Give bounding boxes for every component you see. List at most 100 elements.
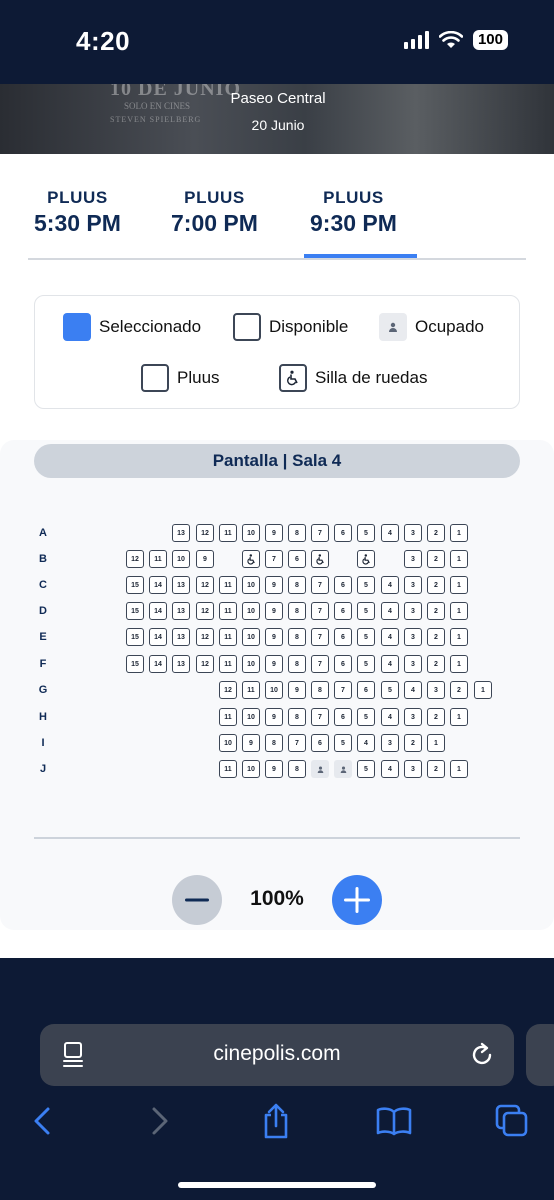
seat-d1[interactable]: 1: [450, 602, 468, 620]
seat-c13[interactable]: 13: [172, 576, 190, 594]
seat-h9[interactable]: 9: [265, 708, 283, 726]
seat-a5[interactable]: 5: [357, 524, 375, 542]
seat-f6[interactable]: 6: [334, 655, 352, 673]
next-tab-peek[interactable]: [526, 1024, 554, 1086]
seat-d3[interactable]: 3: [404, 602, 422, 620]
seat-d10[interactable]: 10: [242, 602, 260, 620]
seat-c5[interactable]: 5: [357, 576, 375, 594]
seat-e13[interactable]: 13: [172, 628, 190, 646]
seat-e5[interactable]: 5: [357, 628, 375, 646]
seat-c6[interactable]: 6: [334, 576, 352, 594]
seat-d7[interactable]: 7: [311, 602, 329, 620]
seat-b2[interactable]: 2: [427, 550, 445, 568]
seat-h1[interactable]: 1: [450, 708, 468, 726]
seat-f3[interactable]: 3: [404, 655, 422, 673]
seat-a8[interactable]: 8: [288, 524, 306, 542]
seat-g3[interactable]: 3: [427, 681, 445, 699]
seat-c1[interactable]: 1: [450, 576, 468, 594]
showtime-tab-1[interactable]: PLUUS 5:30 PM: [34, 188, 121, 237]
seat-b10[interactable]: 10: [172, 550, 190, 568]
zoom-out-button[interactable]: [172, 875, 222, 925]
seat-g10[interactable]: 10: [265, 681, 283, 699]
seat-b3[interactable]: 3: [404, 550, 422, 568]
wheelchair-seat[interactable]: [311, 550, 329, 568]
seat-d11[interactable]: 11: [219, 602, 237, 620]
seat-h11[interactable]: 11: [219, 708, 237, 726]
seat-i4[interactable]: 4: [357, 734, 375, 752]
showtime-tab-3[interactable]: PLUUS 9:30 PM: [304, 188, 417, 258]
seat-c7[interactable]: 7: [311, 576, 329, 594]
zoom-in-button[interactable]: [332, 875, 382, 925]
seat-f10[interactable]: 10: [242, 655, 260, 673]
seat-a2[interactable]: 2: [427, 524, 445, 542]
seat-d15[interactable]: 15: [126, 602, 144, 620]
seat-a13[interactable]: 13: [172, 524, 190, 542]
seat-d13[interactable]: 13: [172, 602, 190, 620]
seat-f14[interactable]: 14: [149, 655, 167, 673]
seat-a1[interactable]: 1: [450, 524, 468, 542]
seat-d6[interactable]: 6: [334, 602, 352, 620]
seat-b1[interactable]: 1: [450, 550, 468, 568]
seat-f15[interactable]: 15: [126, 655, 144, 673]
seat-j4[interactable]: 4: [381, 760, 399, 778]
seat-c9[interactable]: 9: [265, 576, 283, 594]
seat-f13[interactable]: 13: [172, 655, 190, 673]
seat-g1[interactable]: 1: [474, 681, 492, 699]
seat-e7[interactable]: 7: [311, 628, 329, 646]
seat-c14[interactable]: 14: [149, 576, 167, 594]
seat-e6[interactable]: 6: [334, 628, 352, 646]
seat-f5[interactable]: 5: [357, 655, 375, 673]
seat-b12[interactable]: 12: [126, 550, 144, 568]
seat-g12[interactable]: 12: [219, 681, 237, 699]
seat-d4[interactable]: 4: [381, 602, 399, 620]
share-icon[interactable]: [258, 1102, 294, 1140]
seat-g5[interactable]: 5: [381, 681, 399, 699]
seat-i9[interactable]: 9: [242, 734, 260, 752]
seat-f7[interactable]: 7: [311, 655, 329, 673]
seat-j8[interactable]: 8: [288, 760, 306, 778]
seat-c4[interactable]: 4: [381, 576, 399, 594]
bookmarks-icon[interactable]: [376, 1102, 412, 1140]
seat-e15[interactable]: 15: [126, 628, 144, 646]
seat-d14[interactable]: 14: [149, 602, 167, 620]
seat-h7[interactable]: 7: [311, 708, 329, 726]
seat-i10[interactable]: 10: [219, 734, 237, 752]
seat-h3[interactable]: 3: [404, 708, 422, 726]
seat-g7[interactable]: 7: [334, 681, 352, 699]
seat-h8[interactable]: 8: [288, 708, 306, 726]
seat-i3[interactable]: 3: [381, 734, 399, 752]
seat-f2[interactable]: 2: [427, 655, 445, 673]
seat-e2[interactable]: 2: [427, 628, 445, 646]
seat-e9[interactable]: 9: [265, 628, 283, 646]
seat-d9[interactable]: 9: [265, 602, 283, 620]
seat-e4[interactable]: 4: [381, 628, 399, 646]
seat-b9[interactable]: 9: [196, 550, 214, 568]
seat-g8[interactable]: 8: [311, 681, 329, 699]
seat-d12[interactable]: 12: [196, 602, 214, 620]
seat-d2[interactable]: 2: [427, 602, 445, 620]
seat-e10[interactable]: 10: [242, 628, 260, 646]
seat-a7[interactable]: 7: [311, 524, 329, 542]
seat-h10[interactable]: 10: [242, 708, 260, 726]
wheelchair-seat[interactable]: [242, 550, 260, 568]
address-bar[interactable]: cinepolis.com: [40, 1024, 514, 1086]
seat-g4[interactable]: 4: [404, 681, 422, 699]
seat-j5[interactable]: 5: [357, 760, 375, 778]
wheelchair-seat[interactable]: [357, 550, 375, 568]
seat-a12[interactable]: 12: [196, 524, 214, 542]
seat-a4[interactable]: 4: [381, 524, 399, 542]
seat-f12[interactable]: 12: [196, 655, 214, 673]
seat-h4[interactable]: 4: [381, 708, 399, 726]
seat-e1[interactable]: 1: [450, 628, 468, 646]
back-icon[interactable]: [24, 1102, 60, 1140]
seat-f1[interactable]: 1: [450, 655, 468, 673]
seat-f9[interactable]: 9: [265, 655, 283, 673]
seat-j10[interactable]: 10: [242, 760, 260, 778]
seat-i6[interactable]: 6: [311, 734, 329, 752]
seat-i2[interactable]: 2: [404, 734, 422, 752]
seat-e3[interactable]: 3: [404, 628, 422, 646]
seat-i8[interactable]: 8: [265, 734, 283, 752]
seat-j2[interactable]: 2: [427, 760, 445, 778]
seat-j1[interactable]: 1: [450, 760, 468, 778]
seat-c8[interactable]: 8: [288, 576, 306, 594]
